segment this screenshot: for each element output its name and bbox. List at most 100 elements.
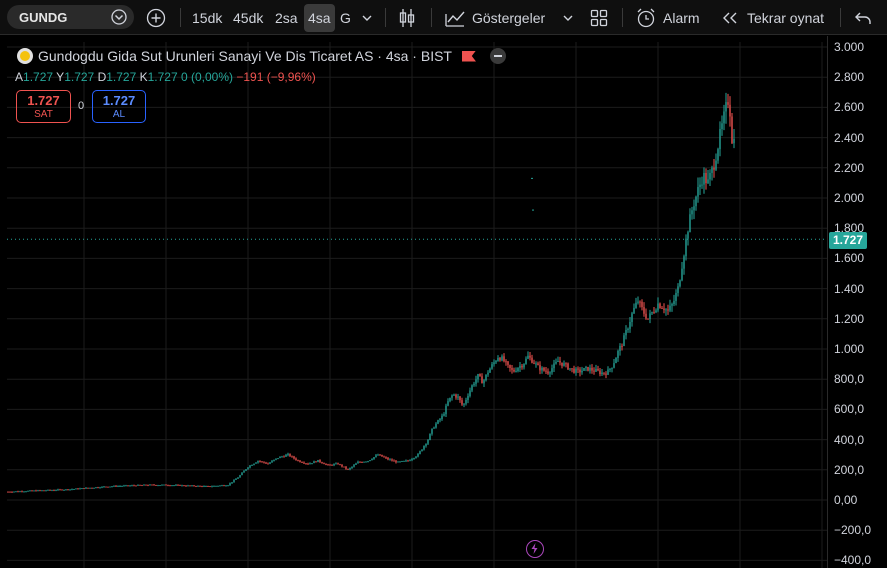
- candle-body: [445, 405, 447, 415]
- candle-body: [59, 489, 61, 491]
- candle-body: [57, 489, 59, 491]
- candle-body: [287, 453, 289, 455]
- candle-body: [89, 487, 91, 489]
- indicators-icon[interactable]: [444, 0, 466, 35]
- candle-body: [191, 485, 193, 487]
- candle-body: [325, 464, 327, 466]
- candle-body: [83, 488, 85, 490]
- candle-body: [547, 371, 549, 374]
- candle-body: [267, 463, 269, 465]
- candle-body: [273, 459, 275, 461]
- candle-body: [539, 365, 541, 371]
- buy-button[interactable]: 1.727 AL: [92, 90, 146, 123]
- timeframe-45dk[interactable]: 45dk: [233, 0, 263, 35]
- candle-body: [523, 363, 525, 368]
- candle-body: [477, 374, 479, 380]
- candle-body: [519, 365, 521, 368]
- symbol-settings-icon[interactable]: [110, 8, 128, 29]
- collapse-legend-icon[interactable]: [489, 48, 506, 64]
- candle-body: [357, 461, 359, 464]
- timeframe-15dk[interactable]: 15dk: [192, 0, 222, 35]
- symbol-search-box[interactable]: GUNDG: [7, 5, 134, 29]
- candle-body: [461, 400, 463, 405]
- candle-body: [21, 491, 23, 493]
- timeframe-g[interactable]: G: [340, 0, 351, 35]
- candle-body: [619, 345, 621, 351]
- candle-body: [517, 367, 519, 372]
- candle-body: [43, 490, 45, 492]
- replay-icon[interactable]: [721, 0, 739, 35]
- alarm-button[interactable]: Alarm: [663, 0, 700, 35]
- candle-body: [157, 485, 159, 487]
- candle-body: [489, 368, 491, 373]
- candle-body: [495, 361, 497, 363]
- candle-body: [203, 486, 205, 488]
- candle-body: [225, 485, 227, 487]
- candle-body: [637, 301, 639, 303]
- candle-type-icon[interactable]: [397, 0, 417, 35]
- replay-button[interactable]: Tekrar oynat: [747, 0, 824, 35]
- candle-body: [55, 490, 57, 492]
- candle-body: [579, 369, 581, 373]
- candle-body: [317, 459, 319, 463]
- price-axis[interactable]: 3.000 2.800 2.600 2.400 2.200 2.000 1.800 1.600…: [827, 36, 887, 568]
- candle-body: [79, 488, 81, 490]
- high-label: Y: [56, 70, 65, 84]
- candle-body: [451, 395, 453, 398]
- candle-body: [337, 463, 339, 465]
- candle-body: [231, 482, 233, 484]
- candle-body: [227, 485, 229, 487]
- candle-body: [51, 490, 53, 492]
- candle-body: [29, 490, 31, 492]
- change-value: 0 (0,00%): [181, 70, 234, 84]
- candle-body: [7, 491, 9, 493]
- candle-body: [421, 449, 423, 452]
- timeframe-4sa[interactable]: 4sa: [304, 4, 335, 32]
- indicators-button[interactable]: Göstergeler: [472, 0, 545, 35]
- candle-body: [309, 463, 311, 465]
- timeframe-2sa[interactable]: 2sa: [275, 0, 298, 35]
- candle-body: [377, 454, 379, 456]
- candle-body: [657, 303, 659, 311]
- candle-body: [261, 461, 263, 463]
- candle-body: [241, 472, 243, 476]
- price-axis-label: 400,0: [834, 432, 865, 447]
- candle-body: [13, 491, 15, 493]
- spread-value: 0: [78, 100, 85, 112]
- candle-body: [35, 490, 37, 492]
- candle-body: [427, 439, 429, 444]
- candle-body: [563, 363, 565, 366]
- timeframe-dropdown-icon[interactable]: [361, 0, 373, 35]
- candle-body: [541, 367, 543, 371]
- candle-body: [103, 486, 105, 488]
- candle-body: [447, 401, 449, 406]
- symbol-text: GUNDG: [19, 10, 68, 25]
- candle-body: [601, 372, 603, 375]
- alarm-clock-icon[interactable]: [635, 0, 657, 35]
- lightning-icon[interactable]: [526, 540, 544, 558]
- indicators-dropdown-icon[interactable]: [562, 0, 574, 35]
- candle-body: [425, 443, 427, 446]
- add-symbol-icon[interactable]: [146, 0, 166, 35]
- candle-body: [269, 462, 271, 464]
- candle-body: [223, 485, 225, 487]
- price-axis-label: 2.400: [834, 130, 865, 145]
- candle-body: [161, 484, 163, 486]
- layouts-grid-icon[interactable]: [590, 0, 608, 35]
- candle-body: [611, 367, 613, 369]
- candle-body: [283, 456, 285, 458]
- divider: [840, 8, 841, 27]
- candle-body: [509, 364, 511, 369]
- candle-body: [211, 486, 213, 488]
- undo-icon[interactable]: [854, 0, 872, 35]
- candle-body: [345, 466, 347, 469]
- candle-body: [561, 362, 563, 366]
- candle-body: [707, 179, 709, 184]
- candle-body: [713, 167, 715, 170]
- candle-body: [683, 256, 685, 269]
- candle-body: [471, 385, 473, 391]
- candle-body: [259, 460, 261, 462]
- high-value: 1.727: [64, 70, 95, 84]
- sell-button[interactable]: 1.727 SAT: [16, 90, 71, 123]
- candle-body: [559, 361, 561, 363]
